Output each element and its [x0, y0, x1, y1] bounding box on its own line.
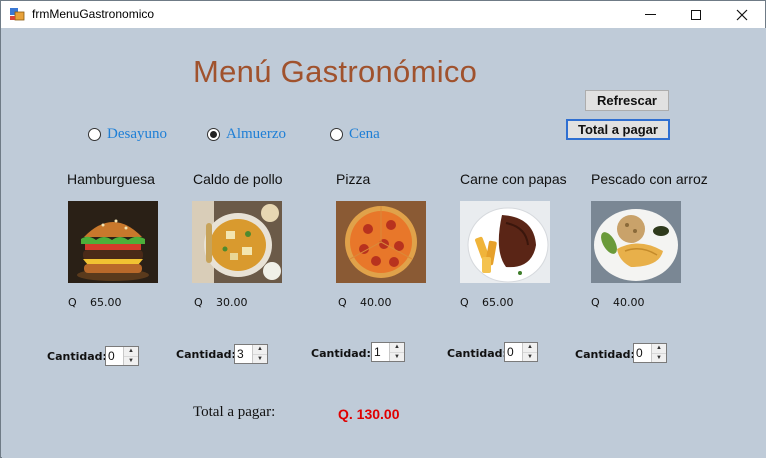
up-arrow-icon[interactable]: ▲	[652, 344, 666, 354]
up-arrow-icon[interactable]: ▲	[124, 347, 138, 357]
quantity-value[interactable]: 1	[372, 343, 389, 361]
quantity-stepper-pizza[interactable]: 1 ▲ ▼	[371, 342, 405, 362]
quantity-stepper-hamburguesa[interactable]: 0 ▲ ▼	[105, 346, 139, 366]
pizza-image	[336, 201, 426, 283]
radio-circle[interactable]	[88, 128, 101, 141]
currency-symbol: Q	[591, 296, 600, 309]
price-caldo: Q 30.00	[194, 296, 248, 309]
quantity-value[interactable]: 0	[634, 344, 651, 362]
price-value: 65.00	[482, 296, 514, 309]
price-hamburguesa: Q 65.00	[68, 296, 122, 309]
stepper-arrows: ▲ ▼	[522, 343, 537, 361]
chicken-soup-image	[192, 201, 282, 283]
main-window: frmMenuGastronomico Menú Gastronómico Re…	[0, 0, 766, 458]
radio-selected-dot	[210, 131, 217, 138]
quantity-stepper-carne[interactable]: 0 ▲ ▼	[504, 342, 538, 362]
price-carne: Q 65.00	[460, 296, 514, 309]
up-arrow-icon[interactable]: ▲	[523, 343, 537, 353]
maximize-button[interactable]	[673, 1, 719, 28]
total-value: Q. 130.00	[338, 406, 400, 422]
steak-fries-image	[460, 201, 550, 283]
down-arrow-icon[interactable]: ▼	[253, 355, 267, 364]
form-client-area: Menú Gastronómico Refrescar Total a paga…	[2, 28, 766, 458]
radio-circle[interactable]	[330, 128, 343, 141]
radio-label: Cena	[349, 126, 380, 142]
dish-name-carne: Carne con papas	[460, 171, 567, 187]
radio-almuerzo[interactable]: Almuerzo	[207, 126, 286, 143]
down-arrow-icon[interactable]: ▼	[124, 357, 138, 366]
quantity-label: Cantidad:	[311, 347, 371, 360]
close-button[interactable]	[719, 1, 765, 28]
total-button[interactable]: Total a pagar	[566, 119, 670, 140]
minimize-button[interactable]	[627, 1, 673, 28]
quantity-label: Cantidad:	[575, 348, 635, 361]
price-value: 65.00	[90, 296, 122, 309]
dish-name-pescado: Pescado con arroz	[591, 171, 708, 187]
radio-label: Almuerzo	[226, 126, 286, 142]
currency-symbol: Q	[338, 296, 347, 309]
stepper-arrows: ▲ ▼	[389, 343, 404, 361]
price-value: 40.00	[613, 296, 645, 309]
currency-symbol: Q	[460, 296, 469, 309]
down-arrow-icon[interactable]: ▼	[523, 353, 537, 362]
window-title: frmMenuGastronomico	[32, 7, 155, 21]
price-value: 30.00	[216, 296, 248, 309]
price-value: 40.00	[360, 296, 392, 309]
up-arrow-icon[interactable]: ▲	[390, 343, 404, 353]
quantity-value[interactable]: 0	[505, 343, 522, 361]
radio-circle[interactable]	[207, 128, 220, 141]
down-arrow-icon[interactable]: ▼	[390, 353, 404, 362]
quantity-value[interactable]: 3	[235, 345, 252, 363]
minimize-icon	[644, 14, 656, 15]
currency-symbol: Q	[68, 296, 77, 309]
currency-symbol: Q	[194, 296, 203, 309]
page-title: Menú Gastronómico	[193, 54, 478, 89]
stepper-arrows: ▲ ▼	[123, 347, 138, 365]
radio-cena[interactable]: Cena	[330, 126, 380, 143]
quantity-stepper-caldo[interactable]: 3 ▲ ▼	[234, 344, 268, 364]
stepper-arrows: ▲ ▼	[651, 344, 666, 362]
quantity-label: Cantidad:	[447, 347, 507, 360]
price-pescado: Q 40.00	[591, 296, 645, 309]
dish-name-pizza: Pizza	[336, 171, 371, 187]
refresh-button[interactable]: Refrescar	[585, 90, 669, 111]
title-bar: frmMenuGastronomico	[1, 1, 765, 28]
quantity-label: Cantidad:	[47, 350, 107, 363]
total-label: Total a pagar:	[193, 404, 276, 420]
quantity-value[interactable]: 0	[106, 347, 123, 365]
stepper-arrows: ▲ ▼	[252, 345, 267, 363]
app-icon	[10, 8, 25, 21]
quantity-stepper-pescado[interactable]: 0 ▲ ▼	[633, 343, 667, 363]
close-icon	[736, 9, 748, 20]
radio-desayuno[interactable]: Desayuno	[88, 126, 167, 143]
down-arrow-icon[interactable]: ▼	[652, 354, 666, 363]
fish-rice-image	[591, 201, 681, 283]
radio-label: Desayuno	[107, 126, 167, 142]
quantity-label: Cantidad:	[176, 348, 236, 361]
up-arrow-icon[interactable]: ▲	[253, 345, 267, 355]
dish-name-hamburguesa: Hamburguesa	[67, 171, 155, 187]
price-pizza: Q 40.00	[338, 296, 392, 309]
hamburger-image	[68, 201, 158, 283]
dish-name-caldo: Caldo de pollo	[193, 171, 283, 187]
maximize-icon	[691, 9, 701, 20]
